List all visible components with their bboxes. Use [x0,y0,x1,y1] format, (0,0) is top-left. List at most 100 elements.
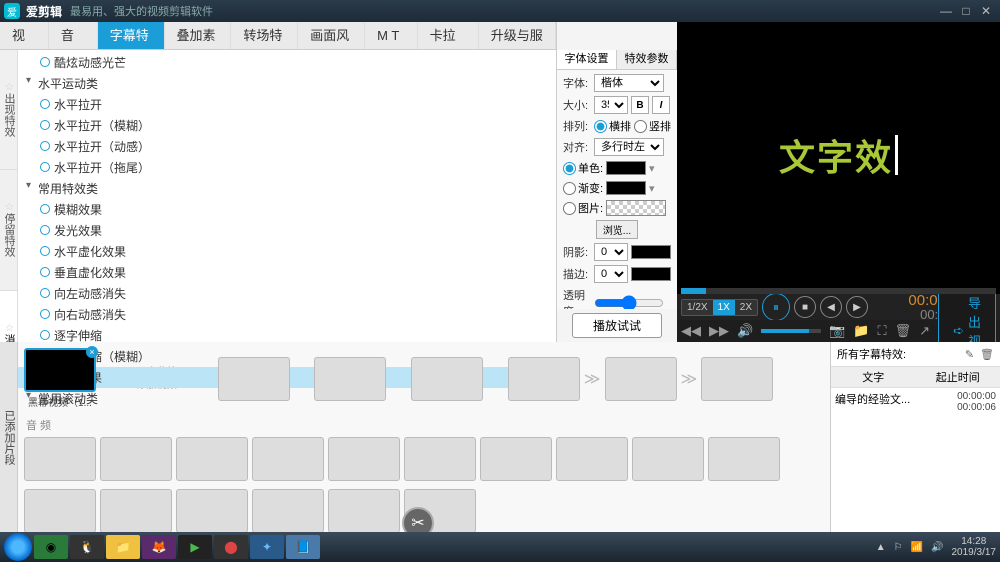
empty-audio-clip[interactable] [176,437,248,481]
shadow-color[interactable] [631,245,671,259]
delete-icon[interactable]: 🗑 [980,348,994,361]
taskbar-app[interactable]: ✦ [250,535,284,559]
close-button[interactable]: ✕ [976,4,996,18]
trash-icon[interactable]: 🗑 [895,323,912,339]
play-test-button[interactable]: 播放试试 [572,313,662,338]
tray-clock[interactable]: 14:282019/3/17 [952,536,997,558]
forward-icon[interactable]: ▶▶ [709,323,729,339]
tree-item[interactable]: 水平拉开（动感） [18,136,556,157]
play-pause-button[interactable]: ⏸ [762,293,790,321]
start-button[interactable] [4,533,32,561]
fullscreen-icon[interactable]: ⛶ [878,323,887,339]
empty-audio-clip[interactable] [632,437,704,481]
taskbar-app[interactable]: ⬤ [214,535,248,559]
tree-item[interactable]: 水平虚化效果 [18,241,556,262]
tray-up-icon[interactable]: ▲ [876,542,886,553]
prev-frame-button[interactable]: ◀ [820,296,842,318]
subtab-font[interactable]: 字体设置 [557,50,617,69]
edit-icon[interactable]: ✎ [965,348,974,361]
speed-2x[interactable]: 2X [735,300,757,315]
tab-3[interactable]: 叠加素材 [165,22,232,49]
empty-audio-clip[interactable] [480,437,552,481]
tree-item[interactable]: 向左动感消失 [18,283,556,304]
stroke-color[interactable] [631,267,671,281]
sidetab-0[interactable]: ☆出现特效 [0,50,17,170]
tree-item[interactable]: 向右动感消失 [18,304,556,325]
video-preview[interactable]: 文字效 [677,22,1000,288]
empty-audio-clip[interactable] [252,437,324,481]
tab-8[interactable]: 升级与服务 [479,22,556,49]
next-frame-button[interactable]: ▶ [846,296,868,318]
tree-item[interactable]: 酷炫动感光芒 [18,52,556,73]
maximize-button[interactable]: □ [956,4,976,18]
folder-icon[interactable]: 📁 [853,323,869,339]
stroke-select[interactable]: 0 [594,265,628,283]
tree-item[interactable]: 垂直虚化效果 [18,262,556,283]
tree-item[interactable]: 模糊效果 [18,199,556,220]
minimize-button[interactable]: — [936,4,956,18]
rewind-icon[interactable]: ◀◀ [681,323,701,339]
subtitle-row[interactable]: 编导的经验文... 00:00:0000:00:06 [831,388,1000,416]
gradient-swatch[interactable] [606,181,646,195]
empty-audio-clip[interactable] [708,437,780,481]
empty-audio-clip[interactable] [404,437,476,481]
empty-audio-clip[interactable] [100,437,172,481]
solid-color-swatch[interactable] [606,161,646,175]
speed-half[interactable]: 1/2X [682,300,713,315]
subtab-params[interactable]: 特效参数 [617,50,677,69]
opacity-slider[interactable] [594,295,664,309]
taskbar-app[interactable]: 🐧 [70,535,104,559]
empty-clip[interactable] [701,357,773,401]
taskbar-app[interactable]: ◉ [34,535,68,559]
empty-clip[interactable] [328,489,400,532]
empty-clip[interactable] [24,489,96,532]
tree-item[interactable]: 水平拉开（模糊） [18,115,556,136]
tree-item[interactable]: 逐字伸缩 [18,325,556,346]
shadow-select[interactable]: 0 [594,243,628,261]
tab-4[interactable]: 转场特效 [231,22,298,49]
empty-clip[interactable] [218,357,290,401]
arrange-h-radio[interactable]: 横排 [594,118,631,134]
size-select[interactable]: 35 [594,96,628,114]
empty-audio-clip[interactable] [24,437,96,481]
sidetab-1[interactable]: ☆停留特效 [0,170,17,290]
tree-item[interactable]: 水平拉开 [18,94,556,115]
font-select[interactable]: 楷体 [594,74,664,92]
snapshot-icon[interactable]: 📷 [829,323,845,339]
empty-audio-clip[interactable] [556,437,628,481]
tab-7[interactable]: 卡拉OK [418,22,479,49]
tree-category[interactable]: 常用特效类 [18,178,556,199]
tree-category[interactable]: 水平运动类 [18,73,556,94]
browse-button[interactable]: 浏览... [596,220,638,239]
empty-clip[interactable] [605,357,677,401]
share-icon[interactable]: ↗ [919,323,930,339]
taskbar-app[interactable]: ▶ [178,535,212,559]
empty-clip[interactable] [508,357,580,401]
tray-network-icon[interactable]: 📶 [911,542,923,553]
seek-bar[interactable] [681,288,996,294]
tray-flag-icon[interactable]: ⚐ [894,542,903,553]
empty-clip[interactable] [314,357,386,401]
arrange-v-radio[interactable]: 竖排 [634,118,671,134]
color-gradient-radio[interactable]: 渐变: [563,180,603,196]
taskbar-app[interactable]: 📘 [286,535,320,559]
volume-icon[interactable]: 🔊 [737,323,753,339]
taskbar-app[interactable]: 🦊 [142,535,176,559]
empty-audio-clip[interactable] [328,437,400,481]
tab-6[interactable]: M T V [365,22,418,49]
remove-clip-icon[interactable]: × [86,346,98,358]
tree-item[interactable]: 水平拉开（拖尾） [18,157,556,178]
color-solid-radio[interactable]: 单色: [563,160,603,176]
bold-button[interactable]: B [631,96,649,114]
empty-clip[interactable] [411,357,483,401]
italic-button[interactable]: I [652,96,670,114]
color-image-radio[interactable]: 图片: [563,200,603,216]
align-select[interactable]: 多行时左对齐 [594,138,664,156]
speed-1x[interactable]: 1X [713,300,735,315]
tree-item[interactable]: 发光效果 [18,220,556,241]
empty-clip[interactable] [100,489,172,532]
empty-clip[interactable] [176,489,248,532]
tab-1[interactable]: 音 频 [49,22,98,49]
stop-button[interactable]: ■ [794,296,816,318]
empty-clip[interactable] [252,489,324,532]
